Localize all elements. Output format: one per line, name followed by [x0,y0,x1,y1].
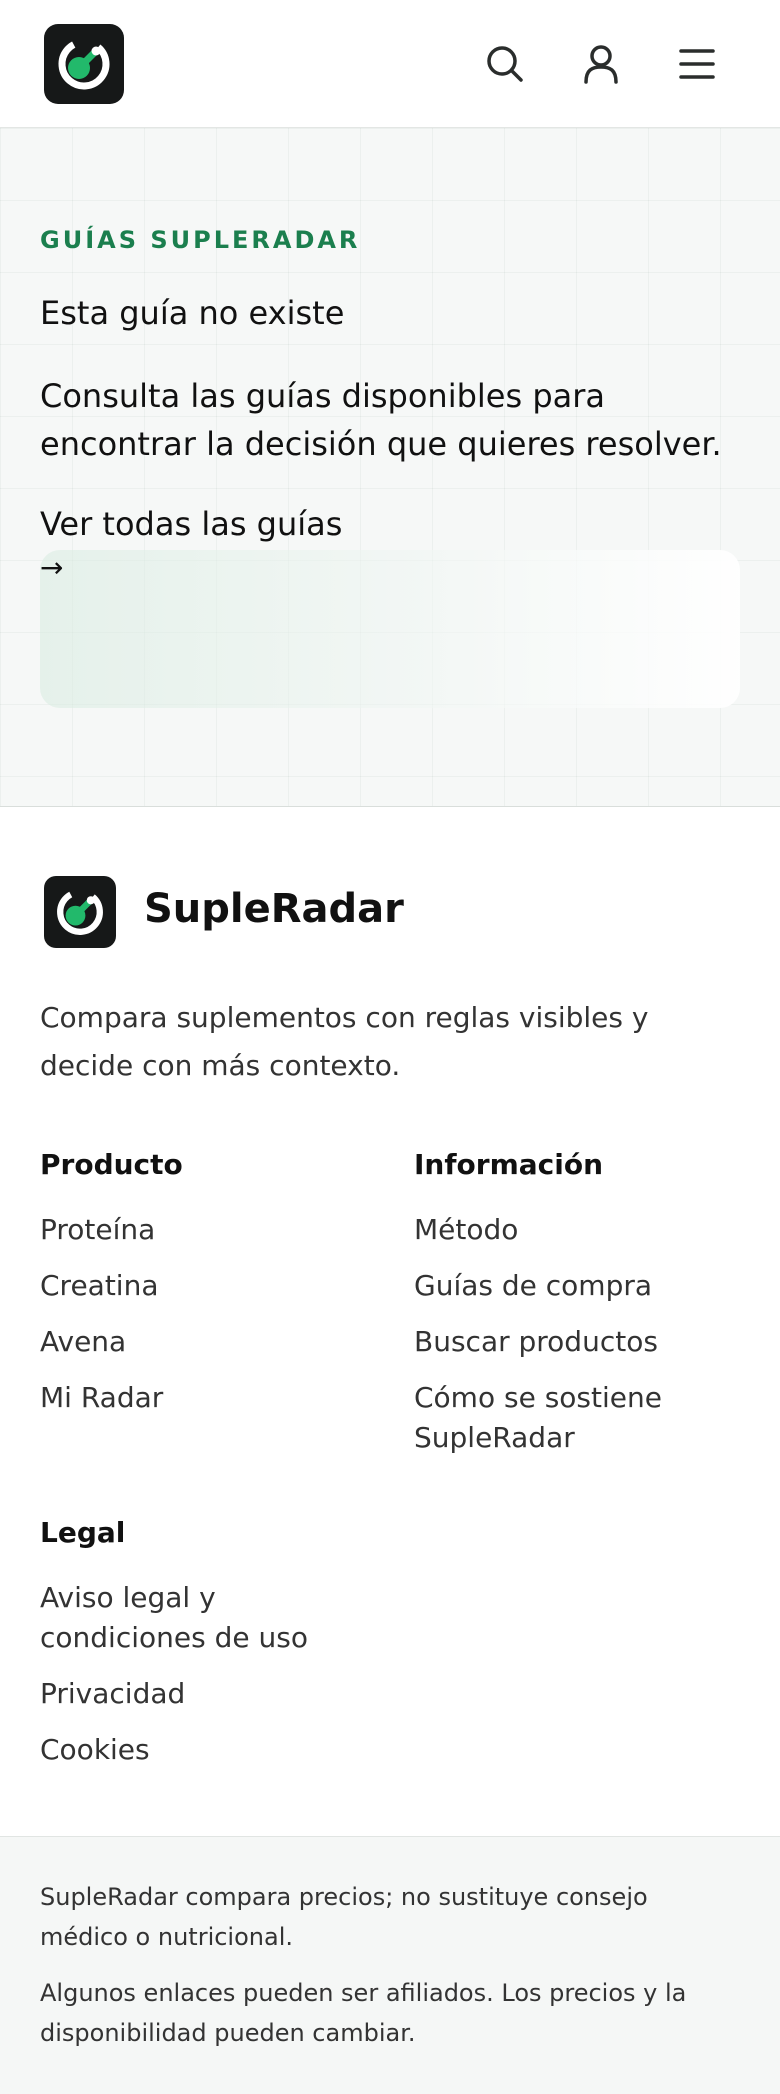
not-found-hero: GUÍAS SUPLERADAR Esta guía no existe Con… [0,128,780,807]
footer-disclaimer: SupleRadar compara precios; no sustituye… [0,1836,780,2094]
footer-link-proteina[interactable]: Proteína [40,1210,155,1250]
footer-description: Compara suplementos con reglas visibles … [40,1001,649,1082]
disclaimer-affiliate: Algunos enlaces pueden ser afiliados. Lo… [40,1979,687,2047]
footer-link-metodo[interactable]: Método [414,1210,518,1250]
footer-logo[interactable] [44,876,116,948]
footer-link-privacidad[interactable]: Privacidad [40,1674,185,1714]
footer-link-creatina[interactable]: Creatina [40,1266,159,1306]
search-icon[interactable] [481,40,529,88]
footer-link-mi-radar[interactable]: Mi Radar [40,1378,163,1418]
footer-heading-legal: Legal [40,1516,126,1549]
menu-icon[interactable] [673,40,721,88]
section-eyebrow: GUÍAS SUPLERADAR [40,226,361,254]
brand-name: SupleRadar [144,886,404,932]
footer-link-avena[interactable]: Avena [40,1322,126,1362]
footer-link-como-se-sostiene[interactable]: Cómo se sostiene SupleRadar [414,1378,714,1458]
arrow-right-icon[interactable]: → [40,548,63,588]
home-logo-link[interactable] [44,24,124,104]
site-header [0,0,780,128]
disclaimer-medical: SupleRadar compara precios; no sustituye… [40,1883,648,1951]
footer-heading-informacion: Información [414,1148,604,1181]
page-title: Esta guía no existe [40,294,345,332]
footer-link-aviso-legal[interactable]: Aviso legal y condiciones de uso [40,1578,340,1658]
radar-logo-icon [57,889,103,935]
footer-link-guias-de-compra[interactable]: Guías de compra [414,1266,652,1306]
footer-heading-producto: Producto [40,1148,183,1181]
radar-logo-icon [58,38,110,90]
decorative-card [40,550,740,708]
all-guides-link[interactable]: Ver todas las guías [40,500,342,548]
user-icon[interactable] [577,40,625,88]
page-description: Consulta las guías disponibles para enco… [40,377,722,463]
footer-link-buscar-productos[interactable]: Buscar productos [414,1322,658,1362]
footer-link-cookies[interactable]: Cookies [40,1730,150,1770]
